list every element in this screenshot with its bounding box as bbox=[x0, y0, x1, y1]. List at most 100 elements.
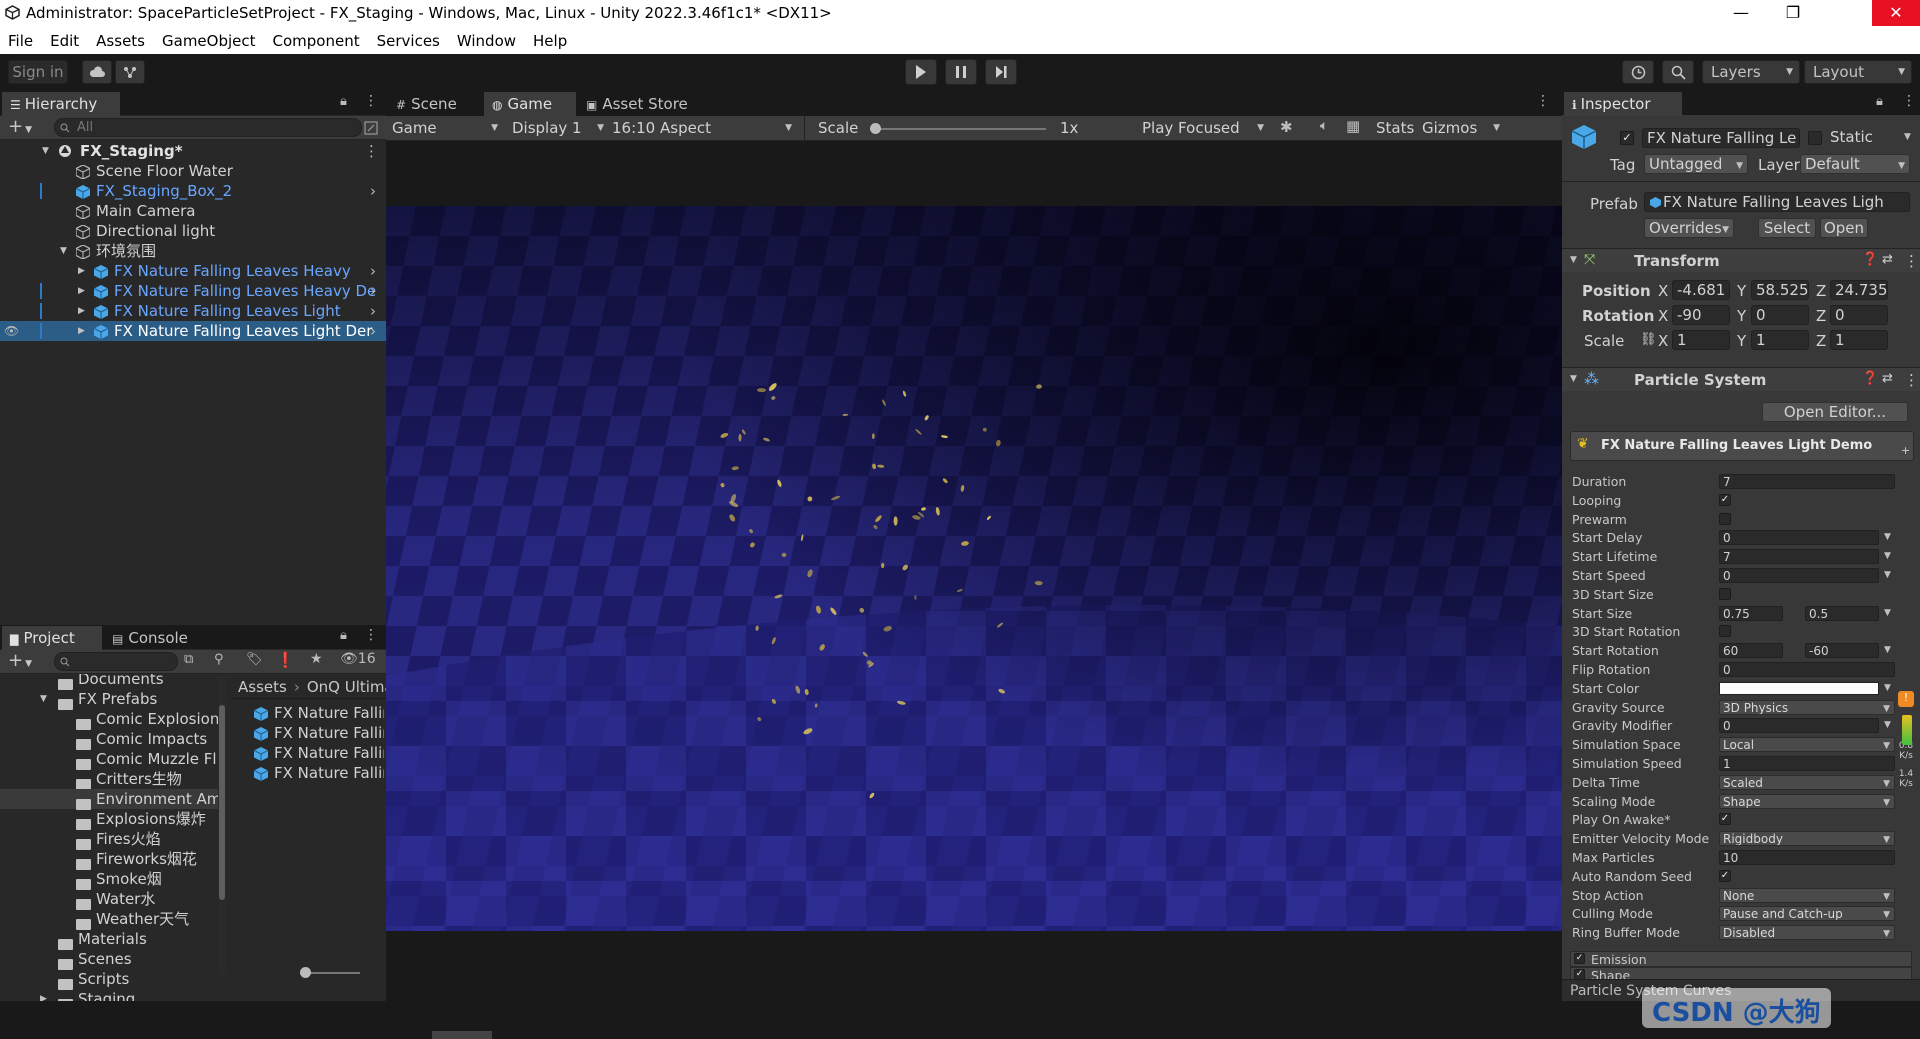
slider-handle[interactable] bbox=[870, 123, 881, 134]
project-search-input[interactable] bbox=[54, 652, 178, 671]
eye-icon[interactable]: 👁︎ bbox=[4, 321, 19, 341]
warning-icon[interactable]: ❗ bbox=[276, 651, 295, 669]
particle-module-row[interactable]: ✓ Emission bbox=[1570, 951, 1912, 967]
folder-item[interactable]: Smoke烟 bbox=[0, 869, 218, 890]
collapsed-arrow-icon[interactable]: ▶ bbox=[78, 281, 85, 301]
particle-prop-dropdown[interactable]: Scaled ▼ bbox=[1719, 774, 1895, 790]
particle-prop-field[interactable]: 0 bbox=[1719, 568, 1879, 583]
folder-item[interactable]: Documents bbox=[0, 674, 218, 690]
close-button[interactable]: ✕ bbox=[1872, 0, 1920, 26]
chevron-down-icon[interactable]: ▼ bbox=[1884, 608, 1891, 618]
scene-row[interactable]: ▼ FX_Staging* ⋮ bbox=[0, 141, 386, 161]
chevron-down-icon[interactable]: ▼ bbox=[1884, 720, 1891, 730]
menu-edit[interactable]: Edit bbox=[42, 26, 88, 50]
menu-assets[interactable]: Assets bbox=[88, 26, 154, 50]
select-button[interactable]: Select bbox=[1758, 218, 1816, 238]
layout-dropdown[interactable]: Layout ▼ bbox=[1804, 60, 1912, 84]
layer-dropdown[interactable]: Default ▼ bbox=[1800, 154, 1910, 174]
particle-prop-dropdown[interactable]: Pause and Catch-up ▼ bbox=[1719, 906, 1895, 922]
folder-item[interactable]: Explosions爆炸 bbox=[0, 809, 218, 830]
collapse-arrow-icon[interactable]: ▼ bbox=[1570, 374, 1577, 384]
object-name-field[interactable]: FX Nature Falling Le bbox=[1642, 128, 1800, 148]
add-button[interactable]: + ▼ bbox=[8, 116, 32, 137]
hierarchy-item[interactable]: FX_Staging_Box_2 › bbox=[0, 181, 386, 201]
kebab-menu-icon[interactable]: ⋮ bbox=[1902, 93, 1916, 109]
kebab-menu-icon[interactable]: ⋮ bbox=[1536, 93, 1550, 109]
particle-prop-dropdown[interactable]: Local ▼ bbox=[1719, 737, 1895, 753]
gizmos-dropdown[interactable]: Gizmos ▼ bbox=[1422, 118, 1500, 138]
particle-prop-dropdown[interactable]: Rigidbody ▼ bbox=[1719, 831, 1895, 847]
transform-position-x-field[interactable]: -4.681 bbox=[1672, 280, 1730, 300]
particle-prop-checkbox[interactable] bbox=[1719, 625, 1731, 638]
bug-icon[interactable]: ✱ bbox=[1280, 118, 1293, 136]
particle-prop-field[interactable]: 0 bbox=[1719, 530, 1879, 546]
particle-prop-field[interactable]: 0 bbox=[1719, 718, 1879, 734]
tab-console[interactable]: ▤ Console bbox=[104, 626, 204, 650]
aspect-dropdown[interactable]: 16:10 Aspect ▼ bbox=[612, 118, 796, 138]
tab-scene[interactable]: # Scene bbox=[388, 92, 482, 116]
filter-type-icon[interactable]: ⚲ bbox=[214, 652, 224, 667]
warning-badge-icon[interactable]: ! bbox=[1898, 691, 1914, 707]
open-button[interactable]: Open bbox=[1820, 218, 1868, 238]
hierarchy-item[interactable]: Main Camera bbox=[0, 201, 386, 221]
chevron-down-icon[interactable]: ▼ bbox=[1884, 570, 1891, 580]
minimize-button[interactable]: — bbox=[1718, 0, 1764, 26]
expand-arrow-icon[interactable]: ▼ bbox=[60, 241, 67, 261]
folder-item[interactable]: Scenes bbox=[0, 949, 218, 970]
display-dropdown[interactable]: Display 1 ▼ bbox=[512, 118, 608, 138]
collapsed-arrow-icon[interactable]: ▶ bbox=[40, 989, 47, 1001]
hierarchy-item[interactable]: Directional light bbox=[0, 221, 386, 241]
transform-rotation-x-field[interactable]: -90 bbox=[1672, 305, 1730, 325]
asset-item[interactable]: FX Nature Fallir bbox=[254, 723, 384, 743]
restore-button[interactable]: ❐ bbox=[1770, 0, 1816, 26]
particle-prop-dropdown[interactable]: Shape ▼ bbox=[1719, 793, 1895, 809]
collapsed-arrow-icon[interactable]: ▶ bbox=[78, 261, 85, 281]
folder-item[interactable]: Scripts bbox=[0, 969, 218, 990]
folder-item[interactable]: Critters生物 bbox=[0, 769, 218, 790]
filter-label-icon[interactable]: 🏷︎ bbox=[246, 652, 263, 667]
asset-item[interactable]: FX Nature Fallir bbox=[254, 763, 384, 783]
folder-item[interactable]: Comic Impacts bbox=[0, 729, 218, 750]
folder-item[interactable]: ▶ Staging bbox=[0, 989, 218, 1001]
tab-hierarchy[interactable]: ☰ Hierarchy bbox=[2, 92, 120, 116]
add-icon[interactable]: + bbox=[1901, 444, 1910, 457]
grid-toggle-icon[interactable]: ▦ bbox=[1346, 117, 1360, 135]
chevron-right-icon[interactable]: › bbox=[370, 261, 376, 281]
particle-prop-field[interactable]: 7 bbox=[1719, 474, 1895, 489]
start-color-swatch[interactable] bbox=[1719, 681, 1879, 695]
particle-prop-min-field[interactable]: 0.75 bbox=[1719, 605, 1783, 621]
hierarchy-item[interactable]: ▼ 环境氛围 bbox=[0, 241, 386, 261]
layers-dropdown[interactable]: Layers ▼ bbox=[1702, 60, 1800, 84]
particle-prop-field[interactable]: 7 bbox=[1719, 549, 1879, 565]
icon-size-slider[interactable] bbox=[300, 967, 360, 978]
tab-game[interactable]: ◍ Game bbox=[484, 92, 576, 116]
hierarchy-item[interactable]: ▶ FX Nature Falling Leaves Heavy De › bbox=[0, 281, 386, 301]
hierarchy-item[interactable]: ▶ FX Nature Falling Leaves Light Der › 👁︎ bbox=[0, 321, 386, 341]
version-control-button[interactable] bbox=[115, 60, 145, 84]
particle-prop-field[interactable]: 0 bbox=[1719, 662, 1895, 677]
open-editor-button[interactable]: Open Editor... bbox=[1762, 402, 1908, 422]
module-toggle[interactable]: ✓ bbox=[1574, 953, 1585, 964]
constrain-proportions-icon[interactable]: ⛓ bbox=[1640, 332, 1657, 347]
folder-item[interactable]: ▼ FX Prefabs bbox=[0, 689, 218, 710]
scale-slider[interactable] bbox=[870, 123, 1046, 134]
static-toggle[interactable] bbox=[1808, 131, 1822, 145]
transform-rotation-z-field[interactable]: 0 bbox=[1830, 305, 1888, 325]
breadcrumb-assets[interactable]: Assets bbox=[238, 678, 287, 696]
particle-prop-field[interactable]: 1 bbox=[1719, 756, 1895, 771]
particle-prop-checkbox[interactable]: ✓ bbox=[1719, 493, 1731, 506]
expand-arrow-icon[interactable]: ▼ bbox=[42, 141, 49, 161]
particle-prop-field[interactable]: 10 bbox=[1719, 850, 1895, 865]
play-focused-dropdown[interactable]: Play Focused ▼ bbox=[1142, 118, 1268, 138]
asset-item[interactable]: FX Nature Fallir bbox=[254, 743, 384, 763]
scene-visibility-icon[interactable] bbox=[364, 121, 378, 135]
folder-item[interactable]: Comic Explosion: bbox=[0, 709, 220, 730]
transform-header[interactable]: ▼ ⤧ Transform ❓ ⇄ ⋮ bbox=[1562, 248, 1920, 272]
asset-item[interactable]: FX Nature Fallir bbox=[254, 703, 384, 723]
tab-inspector[interactable]: ℹ Inspector bbox=[1564, 92, 1682, 116]
tab-project[interactable]: ▇ Project bbox=[2, 626, 102, 650]
step-button[interactable] bbox=[985, 59, 1017, 85]
menu-component[interactable]: Component bbox=[265, 26, 369, 50]
stats-button[interactable]: Stats bbox=[1376, 118, 1414, 138]
overrides-dropdown[interactable]: Overrides ▼ bbox=[1644, 218, 1734, 238]
